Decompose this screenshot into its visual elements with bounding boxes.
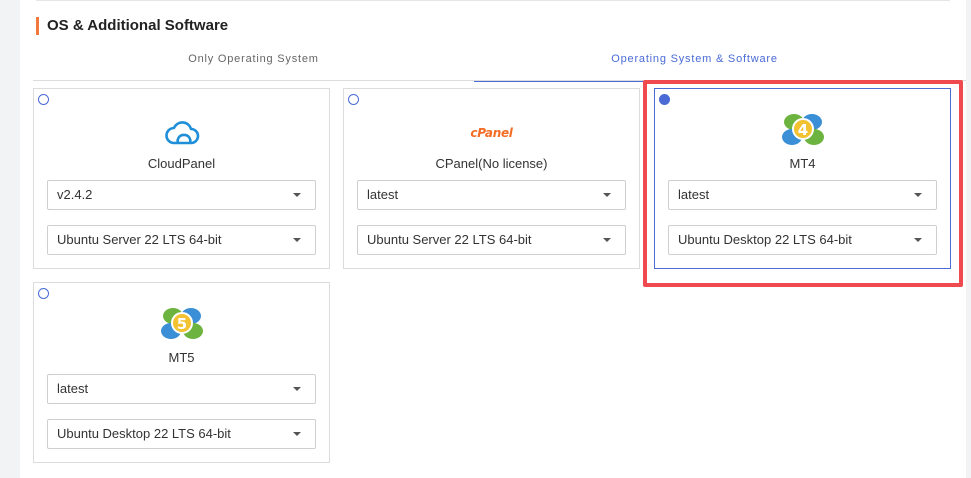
os-select[interactable]: Ubuntu Desktop 22 LTS 64-bit [668,225,937,255]
version-select-value: latest [57,381,89,396]
mt4-icon: 4 [655,111,950,147]
chevron-down-icon [293,432,301,436]
card-mt4[interactable]: 4 MT4 latest Ubuntu Desktop 22 LTS 64-bi… [654,88,951,269]
tab-only-os[interactable]: Only Operating System [33,53,474,81]
radio-cloudpanel[interactable] [38,94,49,105]
chevron-down-icon [293,238,301,242]
card-cpanel[interactable]: cPanel CPanel(No license) latest Ubuntu … [343,88,640,269]
chevron-down-icon [914,193,922,197]
version-select-value: latest [367,187,399,202]
cpanel-logo: cPanel [470,126,513,140]
card-name: CPanel(No license) [435,156,548,171]
svg-text:4: 4 [797,121,807,139]
version-select-value: latest [678,187,710,202]
chevron-down-icon [603,238,611,242]
version-select[interactable]: latest [668,180,937,210]
os-select[interactable]: Ubuntu Server 22 LTS 64-bit [47,225,316,255]
radio-mt5[interactable] [38,288,49,299]
version-select-value: v2.4.2 [57,187,93,202]
card-mt5[interactable]: 5 MT5 latest Ubuntu Desktop 22 LTS 64-bi… [33,282,330,463]
divider [36,0,950,1]
version-select[interactable]: latest [357,180,626,210]
cloud-icon [34,115,329,151]
os-select[interactable]: Ubuntu Server 22 LTS 64-bit [357,225,626,255]
os-select[interactable]: Ubuntu Desktop 22 LTS 64-bit [47,419,316,449]
os-select-value: Ubuntu Desktop 22 LTS 64-bit [57,426,231,441]
os-select-value: Ubuntu Desktop 22 LTS 64-bit [678,232,852,247]
os-software-panel: OS & Additional Software Only Operating … [20,0,966,478]
card-name: MT4 [789,156,816,171]
chevron-down-icon [293,193,301,197]
page-edge [966,0,971,478]
chevron-down-icon [293,387,301,391]
os-select-value: Ubuntu Server 22 LTS 64-bit [57,232,222,247]
card-cloudpanel[interactable]: CloudPanel v2.4.2 Ubuntu Server 22 LTS 6… [33,88,330,269]
mt5-icon: 5 [34,305,329,341]
version-select[interactable]: v2.4.2 [47,180,316,210]
version-select[interactable]: latest [47,374,316,404]
card-name: MT5 [168,350,195,365]
os-select-value: Ubuntu Server 22 LTS 64-bit [367,232,532,247]
svg-text:5: 5 [176,315,186,333]
chevron-down-icon [603,193,611,197]
chevron-down-icon [914,238,922,242]
radio-cpanel[interactable] [348,94,359,105]
tab-os-and-software[interactable]: Operating System & Software [474,53,915,82]
tab-bar: Only Operating System Operating System &… [33,53,966,82]
radio-mt4[interactable] [659,94,670,105]
card-name: CloudPanel [147,156,216,171]
section-title: OS & Additional Software [36,17,228,35]
